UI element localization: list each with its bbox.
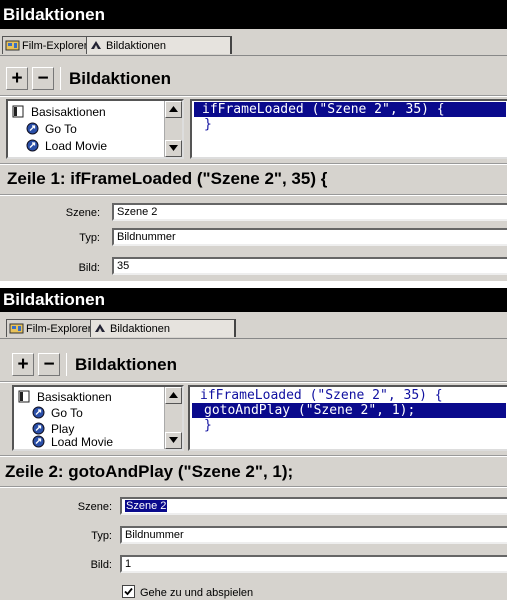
list-item-basisaktionen[interactable]: Basisaktionen: [12, 104, 106, 120]
divider: [0, 455, 507, 457]
frame-field[interactable]: 35: [112, 257, 507, 275]
list-scrollbar[interactable]: [164, 101, 182, 157]
scene-label: Szene:: [65, 207, 100, 219]
tab-label: Bildaktionen: [110, 323, 170, 335]
code-line-1[interactable]: ifFrameLoaded ("Szene 2", 35) {: [194, 102, 506, 117]
frame-field[interactable]: 1: [120, 555, 507, 573]
tab-strip: Film-Explorer Bildaktionen: [0, 29, 507, 56]
scroll-up-button[interactable]: [165, 387, 182, 404]
list-item-load-movie[interactable]: Load Movie: [26, 138, 107, 154]
tab-film-explorer[interactable]: Film-Explorer: [6, 319, 97, 337]
action-circle-icon: [26, 122, 39, 135]
add-action-button[interactable]: +: [12, 353, 34, 376]
actions-arrow-icon: [93, 322, 109, 334]
list-scrollbar[interactable]: [164, 387, 182, 449]
divider: [0, 486, 507, 488]
goto-and-play-checkbox[interactable]: Gehe zu und abspielen: [122, 585, 253, 599]
list-item-label: Load Movie: [51, 435, 114, 449]
tab-label: Film-Explorer: [26, 323, 92, 335]
book-icon: [18, 390, 31, 403]
list-item-label: Basisaktionen: [31, 105, 106, 119]
current-line-status: Zeile 2: gotoAndPlay ("Szene 2", 1);: [5, 462, 294, 481]
scene-field[interactable]: Szene 2: [112, 203, 507, 221]
list-item-goto[interactable]: Go To: [32, 405, 83, 421]
action-circle-icon: [32, 406, 45, 419]
film-explorer-icon: [5, 39, 21, 51]
tab-strip: Film-Explorer Bildaktionen: [0, 312, 507, 339]
scroll-up-button[interactable]: [165, 101, 182, 118]
type-field[interactable]: Bildnummer: [112, 228, 507, 246]
remove-action-button[interactable]: −: [32, 67, 54, 90]
film-explorer-icon: [9, 322, 25, 334]
scene-label: Szene:: [77, 501, 112, 513]
toolbar-title: Bildaktionen: [66, 353, 466, 376]
list-item-label: Go To: [45, 122, 77, 136]
list-item-label: Load Movie: [45, 139, 108, 153]
divider: [0, 194, 507, 196]
tab-bildaktionen[interactable]: Bildaktionen: [90, 319, 236, 337]
tab-bildaktionen[interactable]: Bildaktionen: [86, 36, 232, 54]
bildaktionen-panel-1: Bildaktionen Film-Explorer Bildaktionen …: [0, 0, 507, 281]
remove-action-button[interactable]: −: [38, 353, 60, 376]
panel-title: Bildaktionen: [0, 288, 507, 312]
toolbar-title: Bildaktionen: [60, 67, 460, 90]
tab-baseline: [0, 55, 507, 56]
list-item-basisaktionen[interactable]: Basisaktionen: [18, 389, 112, 405]
add-action-button[interactable]: +: [6, 67, 28, 90]
frame-label: Bild:: [90, 559, 112, 571]
code-line-2[interactable]: gotoAndPlay ("Szene 2", 1);: [192, 403, 506, 418]
scroll-down-button[interactable]: [165, 140, 182, 157]
script-editor[interactable]: ifFrameLoaded ("Szene 2", 35) { }: [190, 99, 507, 159]
frame-label: Bild:: [78, 262, 100, 274]
divider: [0, 381, 507, 383]
divider: [0, 95, 507, 97]
type-label: Typ:: [91, 530, 112, 542]
tab-label: Film-Explorer: [22, 40, 88, 52]
scene-field[interactable]: Szene 2: [120, 497, 507, 515]
type-label: Typ:: [79, 232, 100, 244]
actions-arrow-icon: [89, 39, 105, 51]
code-line-1[interactable]: ifFrameLoaded ("Szene 2", 35) {: [200, 388, 443, 403]
list-item-goto[interactable]: Go To: [26, 121, 77, 137]
scroll-down-button[interactable]: [165, 432, 182, 449]
type-field[interactable]: Bildnummer: [120, 526, 507, 544]
list-item-load-movie[interactable]: Load Movie: [32, 434, 114, 449]
script-editor[interactable]: ifFrameLoaded ("Szene 2", 35) { gotoAndP…: [188, 385, 507, 451]
list-item-label: Go To: [51, 406, 83, 420]
action-list[interactable]: Basisaktionen Go To Load Movie: [6, 99, 184, 159]
tab-film-explorer[interactable]: Film-Explorer: [2, 36, 93, 54]
checkbox-label: Gehe zu und abspielen: [140, 587, 254, 599]
actions-toolbar: + − Bildaktionen: [0, 64, 507, 94]
action-circle-icon: [26, 139, 39, 152]
checkbox-box[interactable]: [122, 585, 135, 598]
action-list[interactable]: Basisaktionen Go To Play Load Movie: [12, 385, 184, 451]
tab-label: Bildaktionen: [106, 40, 166, 52]
code-line-3[interactable]: }: [204, 418, 212, 433]
tab-baseline: [0, 338, 507, 339]
panel-title: Bildaktionen: [0, 0, 507, 29]
actions-toolbar: + − Bildaktionen: [0, 350, 507, 380]
action-circle-icon: [32, 435, 45, 448]
code-line-2[interactable]: }: [204, 117, 212, 132]
divider: [0, 163, 507, 165]
book-icon: [12, 105, 25, 118]
list-item-label: Basisaktionen: [37, 390, 112, 404]
current-line-status: Zeile 1: ifFrameLoaded ("Szene 2", 35) {: [7, 169, 328, 188]
bildaktionen-panel-2: Bildaktionen Film-Explorer Bildaktionen …: [0, 288, 507, 600]
